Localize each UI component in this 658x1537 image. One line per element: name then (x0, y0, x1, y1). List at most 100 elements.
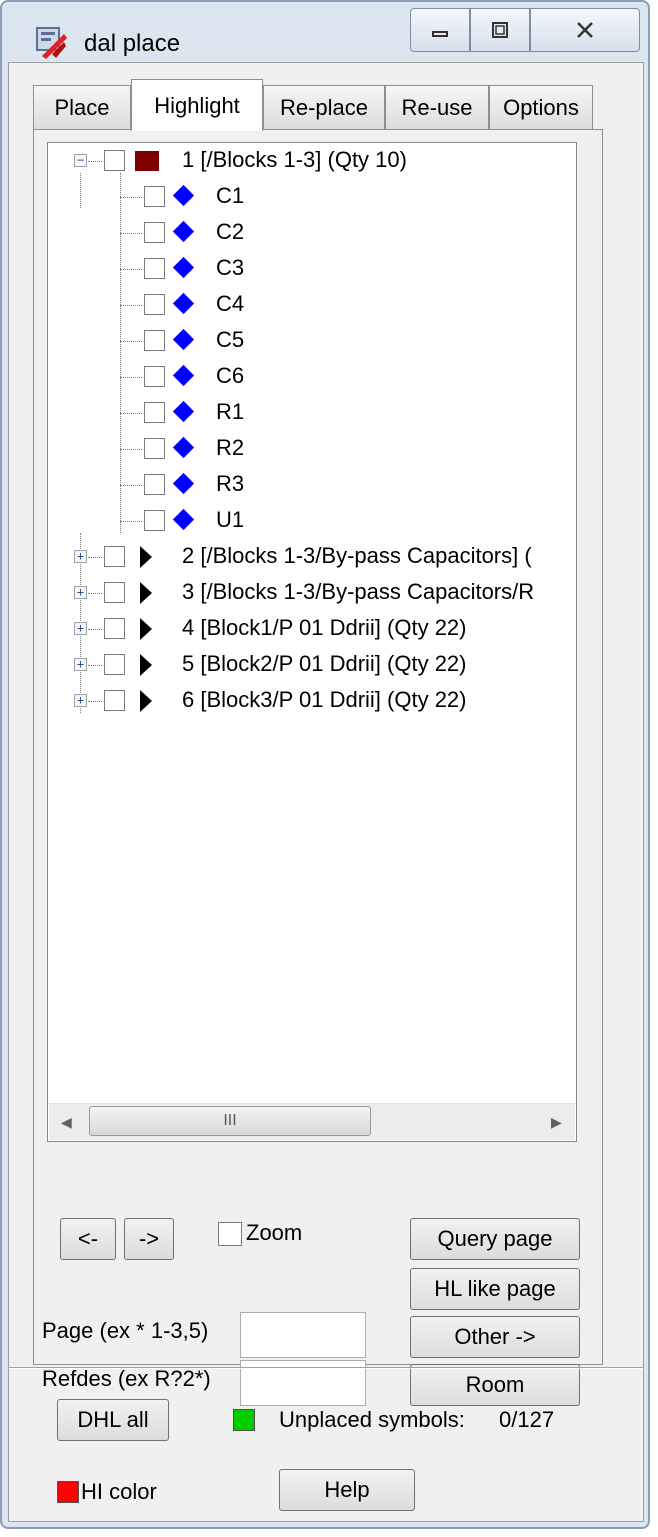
component-diamond-icon (172, 436, 195, 459)
component-diamond-icon (172, 472, 195, 495)
tab-label: Re-use (401, 94, 473, 120)
maximize-icon (492, 22, 508, 38)
tree-child-row[interactable]: R3 (48, 467, 576, 503)
other-button[interactable]: Other -> (410, 1316, 580, 1358)
maximize-button[interactable] (470, 8, 530, 52)
group-checkbox[interactable] (104, 546, 125, 567)
previous-button[interactable]: <- (60, 1218, 116, 1260)
component-diamond-icon (172, 256, 195, 279)
zoom-checkbox[interactable] (218, 1222, 242, 1246)
group-label: 4 [Block1/P 01 Ddrii] (Qty 22) (182, 615, 467, 640)
group-checkbox[interactable] (104, 690, 125, 711)
tab-label: Options (503, 94, 579, 120)
close-button[interactable] (530, 8, 640, 52)
tree-child-row[interactable]: U1 (48, 503, 576, 539)
divider (9, 1367, 643, 1369)
tab-options[interactable]: Options (489, 85, 593, 129)
tree-child-row[interactable]: R1 (48, 395, 576, 431)
tree-group-row[interactable]: + 4 [Block1/P 01 Ddrii] (Qty 22) (48, 611, 576, 647)
child-label: U1 (216, 507, 245, 532)
next-button[interactable]: -> (124, 1218, 174, 1260)
component-diamond-icon (172, 508, 195, 531)
tab-highlight[interactable]: Highlight (131, 79, 263, 131)
tree-child-row[interactable]: C4 (48, 287, 576, 323)
child-checkbox[interactable] (144, 222, 165, 243)
group-tree[interactable]: − 1 [/Blocks 1-3] (Qty 10) C1 C2 C3 C4 C… (47, 142, 577, 1142)
child-label: R3 (216, 471, 245, 496)
child-checkbox[interactable] (144, 402, 165, 423)
expand-icon[interactable]: + (74, 622, 87, 635)
expand-icon[interactable]: + (74, 586, 87, 599)
child-checkbox[interactable] (144, 438, 165, 459)
component-diamond-icon (172, 184, 195, 207)
tree-guide-line (88, 557, 102, 558)
tab-re-use[interactable]: Re-use (385, 85, 489, 129)
tree-guide-line (120, 269, 142, 270)
next-label: -> (138, 1226, 160, 1251)
child-checkbox[interactable] (144, 474, 165, 495)
title-bar[interactable]: dal place (2, 2, 648, 60)
group-checkbox[interactable] (104, 654, 125, 675)
dhl-all-label: DHL all (77, 1407, 149, 1432)
child-checkbox[interactable] (144, 366, 165, 387)
expand-icon[interactable]: + (74, 694, 87, 707)
query-page-button[interactable]: Query page (410, 1218, 580, 1260)
tree-group-row[interactable]: + 6 [Block3/P 01 Ddrii] (Qty 22) (48, 683, 576, 719)
hl-like-page-button[interactable]: HL like page (410, 1268, 580, 1310)
child-label: C6 (216, 363, 245, 388)
tree-child-row[interactable]: C1 (48, 179, 576, 215)
expand-icon[interactable]: + (74, 550, 87, 563)
child-checkbox[interactable] (144, 294, 165, 315)
dhl-all-button[interactable]: DHL all (57, 1399, 169, 1441)
room-button[interactable]: Room (410, 1364, 580, 1406)
child-checkbox[interactable] (144, 258, 165, 279)
help-label: Help (324, 1477, 370, 1502)
page-input[interactable] (240, 1312, 366, 1358)
minimize-button[interactable] (410, 8, 470, 52)
group-checkbox[interactable] (104, 618, 125, 639)
group-checkbox[interactable] (104, 150, 125, 171)
hl-color-swatch[interactable] (57, 1481, 79, 1503)
tab-re-place[interactable]: Re-place (263, 85, 385, 129)
tree-group-row[interactable]: − 1 [/Blocks 1-3] (Qty 10) (48, 143, 576, 179)
client-area: Place Highlight Re-place Re-use Options … (8, 62, 644, 1522)
minimize-icon (432, 31, 448, 37)
child-label: C3 (216, 255, 245, 280)
tree-child-row[interactable]: C3 (48, 251, 576, 287)
query-page-label: Query page (437, 1226, 553, 1251)
group-arrow-icon (140, 654, 152, 676)
group-checkbox[interactable] (104, 582, 125, 603)
scroll-thumb[interactable]: III (89, 1106, 371, 1136)
group-arrow-icon (140, 618, 152, 640)
expand-icon[interactable]: + (74, 658, 87, 671)
child-checkbox[interactable] (144, 510, 165, 531)
help-button[interactable]: Help (279, 1469, 415, 1511)
unplaced-symbols-label: Unplaced symbols: (279, 1407, 465, 1432)
child-label: C1 (216, 183, 245, 208)
child-checkbox[interactable] (144, 186, 165, 207)
window-title: dal place (84, 30, 181, 57)
child-checkbox[interactable] (144, 330, 165, 351)
scroll-right-icon[interactable]: ▶ (551, 1114, 562, 1131)
tree-guide-line (88, 665, 102, 666)
collapse-icon[interactable]: − (74, 154, 87, 167)
tree-group-row[interactable]: + 5 [Block2/P 01 Ddrii] (Qty 22) (48, 647, 576, 683)
component-diamond-icon (172, 292, 195, 315)
tab-place[interactable]: Place (33, 85, 131, 129)
tree-child-row[interactable]: C6 (48, 359, 576, 395)
tree-group-row[interactable]: + 2 [/Blocks 1-3/By-pass Capacitors] ( (48, 539, 576, 575)
tree-guide-line (120, 377, 142, 378)
component-diamond-icon (172, 400, 195, 423)
scroll-left-icon[interactable]: ◀ (61, 1114, 72, 1131)
tab-label: Place (54, 94, 110, 120)
tree-child-row[interactable]: R2 (48, 431, 576, 467)
tree-guide-line (88, 161, 102, 162)
tree-guide-line (120, 197, 142, 198)
group-label: 2 [/Blocks 1-3/By-pass Capacitors] ( (182, 543, 532, 568)
tree-group-row[interactable]: + 3 [/Blocks 1-3/By-pass Capacitors/R (48, 575, 576, 611)
tree-child-row[interactable]: C2 (48, 215, 576, 251)
page-label: Page (ex * 1-3,5) (42, 1318, 209, 1343)
tree-guide-line (120, 233, 142, 234)
horizontal-scrollbar[interactable]: ◀ III ▶ (49, 1103, 575, 1140)
tree-child-row[interactable]: C5 (48, 323, 576, 359)
